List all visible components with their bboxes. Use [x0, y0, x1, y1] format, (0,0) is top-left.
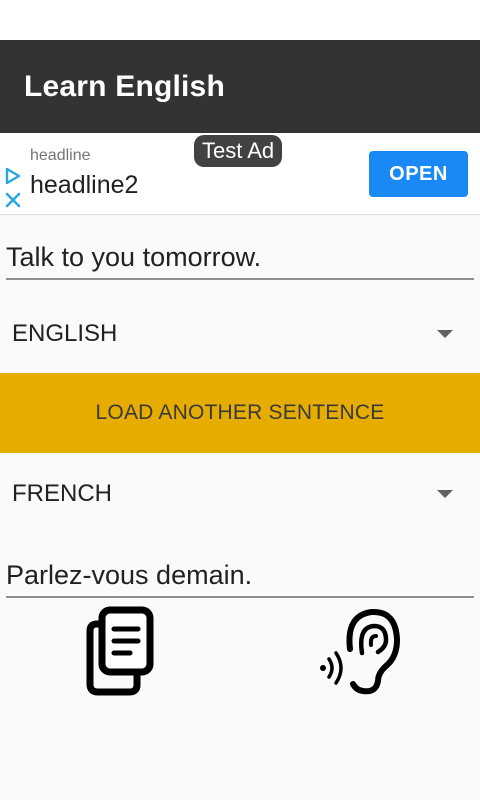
test-ad-badge: Test Ad	[194, 135, 283, 167]
status-bar	[0, 0, 480, 40]
chevron-down-icon	[437, 330, 453, 338]
ad-open-button[interactable]: OPEN	[369, 151, 468, 197]
chevron-down-icon	[437, 490, 453, 498]
copy-icon	[86, 606, 154, 696]
source-language-dropdown[interactable]: ENGLISH	[0, 304, 480, 364]
listen-button[interactable]	[316, 605, 406, 697]
target-language-dropdown[interactable]: FRENCH	[0, 464, 480, 524]
ad-headline2[interactable]: headline2	[30, 171, 138, 200]
source-sentence-input[interactable]	[6, 236, 474, 280]
ear-sound-icon	[320, 609, 400, 695]
app-title: Learn English	[24, 69, 225, 103]
app-bar: Learn English	[0, 40, 480, 133]
ad-choices-icon[interactable]	[4, 167, 22, 211]
translated-sentence-input[interactable]	[6, 554, 474, 598]
copy-button[interactable]	[82, 605, 158, 697]
load-another-sentence-button[interactable]: LOAD ANOTHER SENTENCE	[0, 373, 480, 453]
ad-banner[interactable]: Test Ad headline headline2 OPEN	[0, 133, 480, 215]
ad-headline[interactable]: headline	[30, 147, 91, 165]
target-language-label: FRENCH	[12, 480, 112, 507]
source-language-label: ENGLISH	[12, 320, 118, 347]
